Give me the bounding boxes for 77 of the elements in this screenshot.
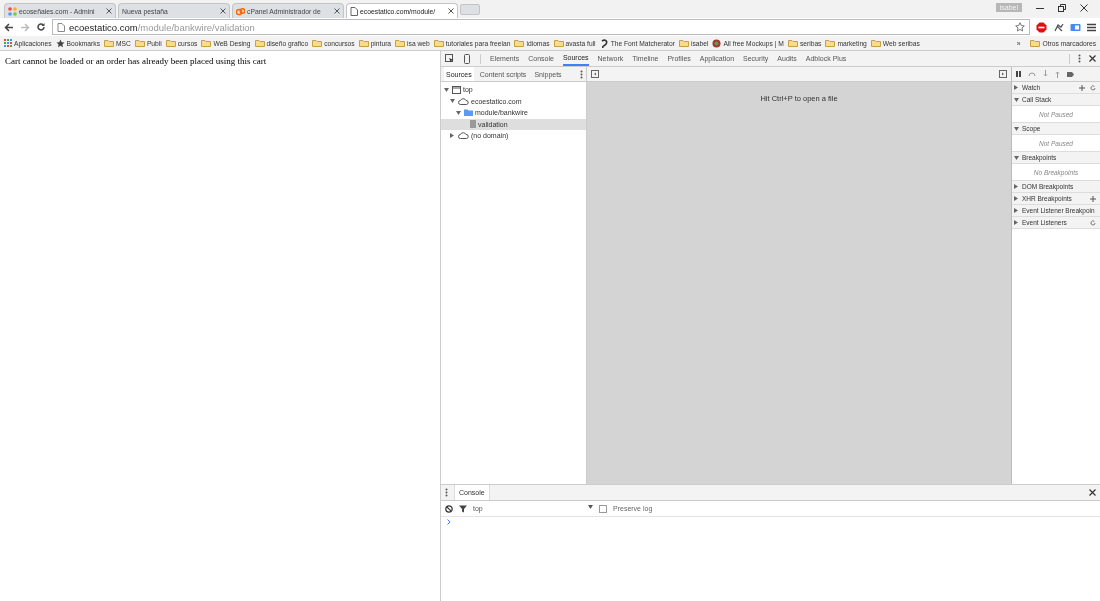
collapsed-triangle-icon[interactable] <box>1014 220 1018 225</box>
toggle-navigator-icon[interactable] <box>591 70 599 78</box>
expanded-triangle-icon[interactable] <box>1014 126 1019 131</box>
close-icon[interactable] <box>1089 55 1096 62</box>
address-bar[interactable]: ecoestatico.com/module/bankwire/validation <box>52 19 1030 35</box>
page-icon <box>350 6 358 16</box>
expanded-triangle-icon[interactable] <box>1014 155 1019 160</box>
cpanel-logo-icon <box>236 6 245 16</box>
more-options-icon[interactable] <box>1078 54 1081 63</box>
collapsed-triangle-icon[interactable] <box>1014 208 1018 213</box>
folder-icon <box>433 39 444 47</box>
collapsed-triangle-icon[interactable] <box>1014 196 1018 201</box>
swirl-logo-icon <box>599 38 609 48</box>
refresh-icon[interactable] <box>1090 84 1096 91</box>
joomla-logo-icon <box>8 6 17 16</box>
add-icon[interactable] <box>1090 195 1096 202</box>
page-icon <box>57 22 65 32</box>
folder-icon <box>678 39 689 47</box>
folder-icon <box>165 39 176 47</box>
collapsed-triangle-icon[interactable] <box>1014 184 1018 189</box>
folder-icon <box>134 39 145 47</box>
deactivate-breakpoints-icon[interactable] <box>1067 70 1075 78</box>
restore-icon[interactable] <box>1058 3 1066 12</box>
expanded-triangle-icon[interactable] <box>1014 97 1019 102</box>
expanded-triangle-icon[interactable] <box>444 87 449 92</box>
prompt-chevron-icon <box>447 519 451 525</box>
folder-icon <box>870 39 881 47</box>
more-options-icon[interactable] <box>580 69 583 79</box>
collapsed-triangle-icon[interactable] <box>1014 85 1018 90</box>
folder-icon <box>395 39 406 47</box>
close-icon[interactable] <box>448 8 454 14</box>
step-over-icon[interactable] <box>1028 71 1036 77</box>
folder-icon <box>1030 39 1041 47</box>
step-into-icon[interactable] <box>1043 70 1048 78</box>
add-icon[interactable] <box>1079 84 1085 91</box>
inspect-icon[interactable] <box>445 54 454 63</box>
device-icon[interactable] <box>463 53 471 64</box>
filter-icon[interactable] <box>459 504 467 513</box>
clear-console-icon[interactable] <box>445 504 453 513</box>
folder-icon <box>104 39 114 47</box>
stop-sign-icon[interactable] <box>1036 21 1047 33</box>
file-icon <box>470 120 476 129</box>
reload-icon[interactable] <box>36 22 46 32</box>
close-icon[interactable] <box>1089 489 1096 496</box>
checkbox[interactable] <box>599 504 607 513</box>
back-arrow-icon[interactable] <box>4 22 14 32</box>
close-icon[interactable] <box>1080 3 1088 12</box>
menu-icon[interactable] <box>1087 22 1096 32</box>
folder-icon <box>312 39 323 47</box>
url-text: ecoestatico.com/module/bankwire/validation <box>69 21 256 33</box>
cloud-icon <box>458 132 469 140</box>
folder-icon <box>825 39 836 47</box>
close-icon[interactable] <box>220 8 226 14</box>
star-icon <box>55 38 65 48</box>
close-icon[interactable] <box>106 8 112 14</box>
bookmark-star-icon[interactable] <box>1015 22 1025 32</box>
more-options-icon[interactable] <box>445 488 448 497</box>
pause-icon[interactable] <box>1016 71 1021 77</box>
step-out-icon[interactable] <box>1055 70 1060 78</box>
folder-icon <box>358 39 369 47</box>
close-icon[interactable] <box>334 8 340 14</box>
cloud-icon <box>458 97 469 105</box>
frame-icon <box>452 85 461 94</box>
apps-grid-icon <box>4 39 12 47</box>
extension-icon[interactable] <box>1070 21 1081 33</box>
refresh-icon[interactable] <box>1090 219 1096 226</box>
collapsed-triangle-icon[interactable] <box>450 133 454 139</box>
folder-icon <box>553 39 564 47</box>
expanded-triangle-icon[interactable] <box>456 110 461 115</box>
folder-icon <box>787 39 798 47</box>
folder-icon <box>201 39 212 47</box>
folder-icon <box>514 39 525 47</box>
error-message: Cart cannot be loaded or an order has already been placed using this cart <box>5 56 268 66</box>
folder-icon <box>254 39 265 47</box>
expanded-triangle-icon[interactable] <box>450 99 455 104</box>
toggle-debugger-icon[interactable] <box>999 70 1007 78</box>
caret-icon <box>588 505 593 509</box>
